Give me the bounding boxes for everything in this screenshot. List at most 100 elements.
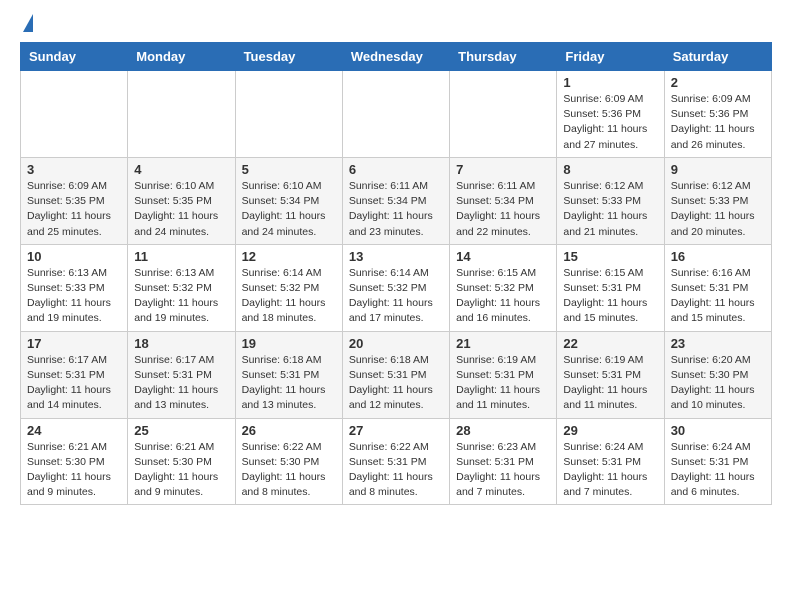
calendar-cell: 30 Sunrise: 6:24 AMSunset: 5:31 PMDayligh… (664, 418, 771, 505)
day-info: Sunrise: 6:15 AMSunset: 5:31 PMDaylight:… (563, 266, 657, 327)
day-info: Sunrise: 6:19 AMSunset: 5:31 PMDaylight:… (456, 353, 550, 414)
day-info: Sunrise: 6:11 AMSunset: 5:34 PMDaylight:… (349, 179, 443, 240)
day-info: Sunrise: 6:21 AMSunset: 5:30 PMDaylight:… (27, 440, 121, 501)
day-info: Sunrise: 6:16 AMSunset: 5:31 PMDaylight:… (671, 266, 765, 327)
calendar-cell: 13 Sunrise: 6:14 AMSunset: 5:32 PMDayligh… (342, 244, 449, 331)
day-info: Sunrise: 6:10 AMSunset: 5:35 PMDaylight:… (134, 179, 228, 240)
calendar-week-row: 10 Sunrise: 6:13 AMSunset: 5:33 PMDayligh… (21, 244, 772, 331)
day-info: Sunrise: 6:14 AMSunset: 5:32 PMDaylight:… (349, 266, 443, 327)
day-info: Sunrise: 6:09 AMSunset: 5:35 PMDaylight:… (27, 179, 121, 240)
day-number: 13 (349, 249, 443, 264)
day-info: Sunrise: 6:13 AMSunset: 5:32 PMDaylight:… (134, 266, 228, 327)
calendar-week-row: 1Sunrise: 6:09 AMSunset: 5:36 PMDaylight… (21, 71, 772, 158)
calendar-table: SundayMondayTuesdayWednesdayThursdayFrid… (20, 42, 772, 505)
day-number: 8 (563, 162, 657, 177)
day-info: Sunrise: 6:17 AMSunset: 5:31 PMDaylight:… (134, 353, 228, 414)
day-info: Sunrise: 6:09 AMSunset: 5:36 PMDaylight:… (563, 92, 657, 153)
day-info: Sunrise: 6:24 AMSunset: 5:31 PMDaylight:… (563, 440, 657, 501)
calendar-cell: 10 Sunrise: 6:13 AMSunset: 5:33 PMDayligh… (21, 244, 128, 331)
day-info: Sunrise: 6:24 AMSunset: 5:31 PMDaylight:… (671, 440, 765, 501)
day-info: Sunrise: 6:18 AMSunset: 5:31 PMDaylight:… (242, 353, 336, 414)
day-number: 23 (671, 336, 765, 351)
day-info: Sunrise: 6:18 AMSunset: 5:31 PMDaylight:… (349, 353, 443, 414)
day-number: 3 (27, 162, 121, 177)
day-info: Sunrise: 6:21 AMSunset: 5:30 PMDaylight:… (134, 440, 228, 501)
calendar-cell: 1Sunrise: 6:09 AMSunset: 5:36 PMDaylight… (557, 71, 664, 158)
header (20, 18, 772, 32)
calendar-cell: 14 Sunrise: 6:15 AMSunset: 5:32 PMDayligh… (450, 244, 557, 331)
weekday-header-tuesday: Tuesday (235, 43, 342, 71)
day-info: Sunrise: 6:09 AMSunset: 5:36 PMDaylight:… (671, 92, 765, 153)
calendar-cell: 8 Sunrise: 6:12 AMSunset: 5:33 PMDaylight… (557, 157, 664, 244)
calendar-cell: 26 Sunrise: 6:22 AMSunset: 5:30 PMDayligh… (235, 418, 342, 505)
calendar-cell (235, 71, 342, 158)
page: SundayMondayTuesdayWednesdayThursdayFrid… (0, 0, 792, 517)
calendar-cell: 18 Sunrise: 6:17 AMSunset: 5:31 PMDayligh… (128, 331, 235, 418)
day-number: 25 (134, 423, 228, 438)
weekday-header-row: SundayMondayTuesdayWednesdayThursdayFrid… (21, 43, 772, 71)
weekday-header-thursday: Thursday (450, 43, 557, 71)
calendar-cell: 6 Sunrise: 6:11 AMSunset: 5:34 PMDaylight… (342, 157, 449, 244)
day-number: 19 (242, 336, 336, 351)
day-number: 18 (134, 336, 228, 351)
calendar-cell: 17 Sunrise: 6:17 AMSunset: 5:31 PMDayligh… (21, 331, 128, 418)
day-info: Sunrise: 6:15 AMSunset: 5:32 PMDaylight:… (456, 266, 550, 327)
calendar-week-row: 17 Sunrise: 6:17 AMSunset: 5:31 PMDayligh… (21, 331, 772, 418)
calendar-cell: 21 Sunrise: 6:19 AMSunset: 5:31 PMDayligh… (450, 331, 557, 418)
day-number: 20 (349, 336, 443, 351)
calendar-cell: 5Sunrise: 6:10 AMSunset: 5:34 PMDaylight… (235, 157, 342, 244)
weekday-header-friday: Friday (557, 43, 664, 71)
day-number: 4 (134, 162, 228, 177)
day-info: Sunrise: 6:22 AMSunset: 5:30 PMDaylight:… (242, 440, 336, 501)
day-number: 17 (27, 336, 121, 351)
day-number: 28 (456, 423, 550, 438)
day-number: 30 (671, 423, 765, 438)
day-number: 29 (563, 423, 657, 438)
calendar-cell: 2Sunrise: 6:09 AMSunset: 5:36 PMDaylight… (664, 71, 771, 158)
day-info: Sunrise: 6:11 AMSunset: 5:34 PMDaylight:… (456, 179, 550, 240)
weekday-header-wednesday: Wednesday (342, 43, 449, 71)
day-number: 24 (27, 423, 121, 438)
calendar-cell (21, 71, 128, 158)
day-number: 6 (349, 162, 443, 177)
calendar-cell: 9 Sunrise: 6:12 AMSunset: 5:33 PMDaylight… (664, 157, 771, 244)
calendar-cell: 7Sunrise: 6:11 AMSunset: 5:34 PMDaylight… (450, 157, 557, 244)
day-number: 26 (242, 423, 336, 438)
day-info: Sunrise: 6:23 AMSunset: 5:31 PMDaylight:… (456, 440, 550, 501)
calendar-cell: 4 Sunrise: 6:10 AMSunset: 5:35 PMDaylight… (128, 157, 235, 244)
calendar-cell: 12Sunrise: 6:14 AMSunset: 5:32 PMDayligh… (235, 244, 342, 331)
day-info: Sunrise: 6:17 AMSunset: 5:31 PMDaylight:… (27, 353, 121, 414)
calendar-cell: 28 Sunrise: 6:23 AMSunset: 5:31 PMDayligh… (450, 418, 557, 505)
calendar-cell: 3 Sunrise: 6:09 AMSunset: 5:35 PMDaylight… (21, 157, 128, 244)
calendar-cell: 15 Sunrise: 6:15 AMSunset: 5:31 PMDayligh… (557, 244, 664, 331)
day-number: 12 (242, 249, 336, 264)
calendar-cell: 11 Sunrise: 6:13 AMSunset: 5:32 PMDayligh… (128, 244, 235, 331)
calendar-cell: 25 Sunrise: 6:21 AMSunset: 5:30 PMDayligh… (128, 418, 235, 505)
calendar-cell (450, 71, 557, 158)
calendar-cell: 27 Sunrise: 6:22 AMSunset: 5:31 PMDayligh… (342, 418, 449, 505)
day-info: Sunrise: 6:19 AMSunset: 5:31 PMDaylight:… (563, 353, 657, 414)
day-info: Sunrise: 6:13 AMSunset: 5:33 PMDaylight:… (27, 266, 121, 327)
calendar-cell: 24 Sunrise: 6:21 AMSunset: 5:30 PMDayligh… (21, 418, 128, 505)
calendar-cell: 16Sunrise: 6:16 AMSunset: 5:31 PMDayligh… (664, 244, 771, 331)
day-number: 15 (563, 249, 657, 264)
calendar-cell: 22 Sunrise: 6:19 AMSunset: 5:31 PMDayligh… (557, 331, 664, 418)
calendar-cell: 20 Sunrise: 6:18 AMSunset: 5:31 PMDayligh… (342, 331, 449, 418)
logo-triangle-icon (23, 14, 33, 32)
day-info: Sunrise: 6:22 AMSunset: 5:31 PMDaylight:… (349, 440, 443, 501)
day-number: 21 (456, 336, 550, 351)
day-number: 11 (134, 249, 228, 264)
day-info: Sunrise: 6:12 AMSunset: 5:33 PMDaylight:… (563, 179, 657, 240)
day-number: 22 (563, 336, 657, 351)
calendar-cell (128, 71, 235, 158)
day-info: Sunrise: 6:12 AMSunset: 5:33 PMDaylight:… (671, 179, 765, 240)
day-number: 9 (671, 162, 765, 177)
day-number: 14 (456, 249, 550, 264)
day-info: Sunrise: 6:10 AMSunset: 5:34 PMDaylight:… (242, 179, 336, 240)
day-number: 27 (349, 423, 443, 438)
day-number: 10 (27, 249, 121, 264)
day-info: Sunrise: 6:20 AMSunset: 5:30 PMDaylight:… (671, 353, 765, 414)
calendar-cell: 29 Sunrise: 6:24 AMSunset: 5:31 PMDayligh… (557, 418, 664, 505)
calendar-week-row: 24 Sunrise: 6:21 AMSunset: 5:30 PMDayligh… (21, 418, 772, 505)
weekday-header-monday: Monday (128, 43, 235, 71)
